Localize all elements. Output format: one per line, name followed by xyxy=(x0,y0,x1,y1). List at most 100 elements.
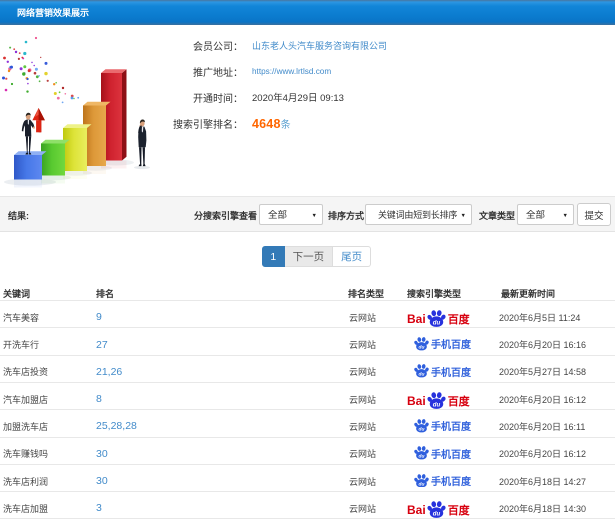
mobile-baidu-text: 手机百度 xyxy=(431,449,471,461)
account-info: 会员公司： 山东老人头汽车服务咨询有限公司 推广地址： https://www.… xyxy=(0,32,615,136)
baidu-logo-bai-text: Bai xyxy=(407,502,426,517)
result-label: 结果: xyxy=(8,211,29,221)
company-link[interactable]: 山东老人头汽车服务咨询有限公司 xyxy=(252,39,387,52)
info-row-rank: 搜索引擎排名： 4648条 xyxy=(0,110,615,136)
updated-cell: 2020年6月20日 16:11 xyxy=(498,409,615,438)
baidu-paw-icon: du xyxy=(414,419,429,433)
table-row: 洗车店加盟 3 云网站 Bai du 百度 2020年6月18日 14:30 xyxy=(0,491,615,520)
promotion-url-link[interactable]: https://www.lrtlsd.com xyxy=(252,67,331,76)
col-updated: 最新更新时间 xyxy=(498,272,615,302)
col-rank-type: 排名类型 xyxy=(345,272,404,302)
table-row: 洗车店投资 21,26 云网站 du 手机百度 2020年5月27日 14:58 xyxy=(0,355,615,383)
mobile-baidu-logo: du 手机百度 xyxy=(414,336,471,351)
engine-select[interactable]: 全部 xyxy=(260,206,322,225)
svg-text:du: du xyxy=(419,481,425,487)
baidu-logo: Bai du 百度 xyxy=(407,501,470,518)
baidu-paw-icon: du xyxy=(427,310,446,327)
updated-cell: 2020年6月20日 16:12 xyxy=(498,382,615,411)
mobile-baidu-text: 手机百度 xyxy=(431,340,471,352)
rank-type-cell: 云网站 xyxy=(345,300,404,329)
page-1-button[interactable]: 1 xyxy=(261,246,285,267)
svg-text:du: du xyxy=(419,345,425,351)
baidu-paw-icon: du xyxy=(414,364,429,378)
summary-section: 会员公司： 山东老人头汽车服务咨询有限公司 推广地址： https://www.… xyxy=(0,25,615,196)
open-time-value: 2020年4月29日 09:13 xyxy=(252,93,344,104)
col-rank: 排名 xyxy=(93,272,345,302)
mobile-baidu-text: 手机百度 xyxy=(431,476,471,488)
filter-bar: 结果: 分搜索引擎查看 全部 ▼ 排序方式 关键词由短到长排序 ▼ 文章类型 全… xyxy=(0,196,615,232)
table-row: 加盟洗车店 25,28,28 云网站 du 手机百度 2020年6月20日 16:11 xyxy=(0,409,615,438)
rank-cell: 3 xyxy=(93,491,345,520)
article-select-wrap: 全部 ▼ xyxy=(517,204,574,225)
engine-cell: du 手机百度 xyxy=(404,409,498,438)
rank-value: 4648条 xyxy=(252,116,291,131)
pagination-wrap: 1 下一页 尾页 xyxy=(0,232,615,272)
info-row-url: 推广地址： https://www.lrtlsd.com xyxy=(0,58,615,84)
baidu-logo: Bai du 百度 xyxy=(407,392,470,409)
article-type-select[interactable]: 全部 xyxy=(518,206,573,225)
engine-filter-label: 分搜索引擎查看 xyxy=(194,211,258,221)
mobile-baidu-logo: du 手机百度 xyxy=(414,473,471,488)
baidu-paw-icon: du xyxy=(427,392,446,409)
company-label: 会员公司： xyxy=(193,41,243,53)
keyword-cell: 开洗车行 xyxy=(0,327,93,356)
rank-type-cell: 云网站 xyxy=(345,464,404,493)
rank-type-cell: 云网站 xyxy=(345,409,404,438)
rank-type-cell: 云网站 xyxy=(345,355,404,383)
rank-unit: 条 xyxy=(280,119,291,131)
rank-type-cell: 云网站 xyxy=(345,382,404,411)
url-label: 推广地址： xyxy=(193,67,243,79)
baidu-paw-icon: du xyxy=(414,473,429,487)
engine-cell: Bai du 百度 xyxy=(404,300,498,329)
pagination: 1 下一页 尾页 xyxy=(261,246,372,267)
rank-type-cell: 云网站 xyxy=(345,437,404,465)
keyword-cell: 加盟洗车店 xyxy=(0,409,93,438)
rank-cell: 25,28,28 xyxy=(93,409,345,438)
sort-label: 排序方式 xyxy=(328,211,365,221)
next-page-button[interactable]: 下一页 xyxy=(284,246,334,267)
keyword-cell: 洗车店利润 xyxy=(0,464,93,493)
table-row: 洗车赚钱吗 30 云网站 du 手机百度 2020年6月20日 16:12 xyxy=(0,437,615,465)
baidu-logo: Bai du 百度 xyxy=(407,310,470,327)
submit-button[interactable]: 提交 xyxy=(577,203,611,226)
baidu-paw-icon: du xyxy=(427,501,446,518)
svg-text:du: du xyxy=(419,454,425,460)
updated-cell: 2020年6月18日 14:30 xyxy=(498,491,615,520)
rank-cell: 30 xyxy=(93,464,345,493)
engine-cell: Bai du 百度 xyxy=(404,382,498,411)
svg-text:du: du xyxy=(432,402,440,409)
mobile-baidu-text: 手机百度 xyxy=(431,367,471,379)
col-engine-type: 搜索引擎类型 xyxy=(404,272,498,302)
engine-cell: du 手机百度 xyxy=(404,464,498,493)
svg-text:du: du xyxy=(419,427,425,433)
baidu-logo-cn-text: 百度 xyxy=(447,313,470,326)
baidu-logo-bai-text: Bai xyxy=(407,393,426,408)
rank-cell: 27 xyxy=(93,327,345,356)
keyword-cell: 汽车美容 xyxy=(0,300,93,329)
keyword-cell: 洗车店加盟 xyxy=(0,491,93,520)
table-row: 开洗车行 27 云网站 du 手机百度 2020年6月20日 16:16 xyxy=(0,327,615,356)
engine-cell: du 手机百度 xyxy=(404,327,498,356)
article-type-label: 文章类型 xyxy=(479,211,516,221)
engine-select-wrap: 全部 ▼ xyxy=(259,204,323,225)
engine-cell: Bai du 百度 xyxy=(404,491,498,520)
updated-cell: 2020年6月20日 16:12 xyxy=(498,437,615,465)
table-row: 洗车店利润 30 云网站 du 手机百度 2020年6月18日 14:27 xyxy=(0,464,615,493)
rank-type-cell: 云网站 xyxy=(345,327,404,356)
info-row-opentime: 开通时间： 2020年4月29日 09:13 xyxy=(0,84,615,110)
sort-select[interactable]: 关键词由短到长排序 xyxy=(366,205,471,225)
keyword-cell: 汽车加盟店 xyxy=(0,382,93,411)
sort-select-wrap: 关键词由短到长排序 ▼ xyxy=(365,204,472,225)
baidu-paw-icon: du xyxy=(414,337,429,351)
keyword-cell: 洗车赚钱吗 xyxy=(0,437,93,465)
rank-cell: 21,26 xyxy=(93,355,345,383)
rank-label: 搜索引擎排名： xyxy=(173,119,243,131)
updated-cell: 2020年6月5日 11:24 xyxy=(498,300,615,329)
page-title: 网络营销效果展示 xyxy=(17,8,90,18)
mobile-baidu-logo: du 手机百度 xyxy=(414,364,471,379)
open-time-label: 开通时间： xyxy=(193,93,243,105)
rank-cell: 9 xyxy=(93,300,345,329)
table-row: 汽车美容 9 云网站 Bai du 百度 2020年6月5日 11:24 xyxy=(0,300,615,329)
last-page-button[interactable]: 尾页 xyxy=(333,246,372,267)
mobile-baidu-logo: du 手机百度 xyxy=(414,418,471,433)
